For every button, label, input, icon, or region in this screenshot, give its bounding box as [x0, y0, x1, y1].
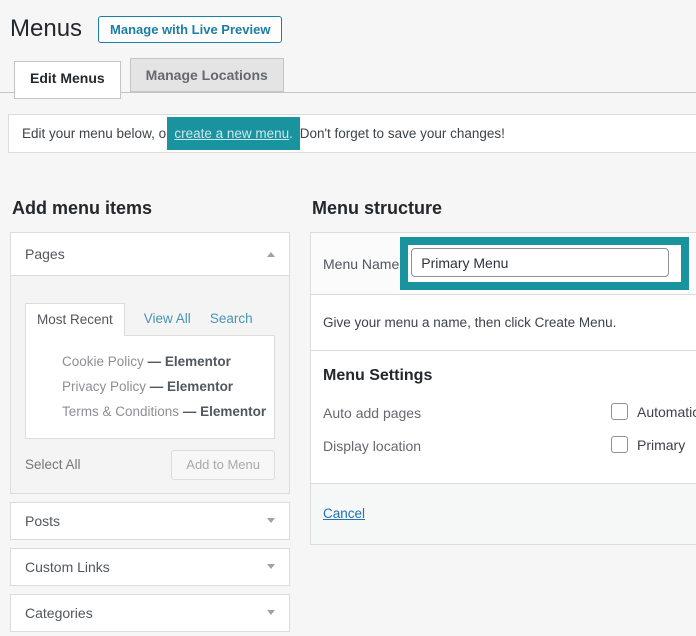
- add-menu-items-column: Add menu items Pages Most Recent View Al…: [10, 199, 290, 632]
- tab-most-recent[interactable]: Most Recent: [25, 303, 125, 336]
- chevron-down-icon: [267, 518, 275, 523]
- accordion-posts[interactable]: Posts: [10, 502, 290, 540]
- menu-card-footer: Cancel: [311, 483, 696, 544]
- menu-help-text: Give your menu a name, then click Create…: [311, 295, 696, 351]
- chevron-down-icon: [267, 564, 275, 569]
- page-item-state: — Elementor: [183, 404, 266, 419]
- auto-add-pages-control: Automatically: [611, 403, 696, 420]
- page-item-state: — Elementor: [150, 379, 233, 394]
- tab-manage-locations[interactable]: Manage Locations: [130, 58, 284, 92]
- create-new-menu-link[interactable]: create a new menu: [174, 126, 289, 141]
- accordion-custom-links[interactable]: Custom Links: [10, 548, 290, 586]
- select-all-link[interactable]: Select All: [25, 457, 81, 472]
- pages-panel-title: Pages: [25, 246, 65, 262]
- annotation-highlight-create-link: create a new menu.: [167, 117, 300, 150]
- edit-menu-notice: Edit your menu below, or create a new me…: [8, 114, 696, 153]
- content-columns: Add menu items Pages Most Recent View Al…: [0, 199, 696, 632]
- add-menu-items-heading: Add menu items: [12, 199, 290, 217]
- page-title: Menus: [10, 16, 82, 42]
- notice-text-before: Edit your menu below, or: [22, 126, 174, 141]
- setting-row-display-location: Display location Primary: [323, 436, 696, 456]
- list-item[interactable]: Terms & Conditions — Elementor: [26, 399, 274, 424]
- page-header: Menus Manage with Live Preview: [0, 0, 696, 43]
- chevron-down-icon: [267, 610, 275, 615]
- list-item[interactable]: Cookie Policy — Elementor: [26, 349, 274, 374]
- menu-structure-column: Menu structure Menu Name Give your menu …: [310, 199, 696, 545]
- annotation-highlight-menu-name: [400, 237, 689, 290]
- manage-live-preview-button[interactable]: Manage with Live Preview: [98, 16, 282, 43]
- menu-name-label: Menu Name: [323, 256, 399, 272]
- pages-panel-header[interactable]: Pages: [11, 233, 289, 275]
- display-location-primary-checkbox[interactable]: [611, 436, 628, 453]
- setting-row-auto-add: Auto add pages Automatically: [323, 403, 696, 423]
- page-item-state: — Elementor: [148, 354, 231, 369]
- tab-search[interactable]: Search: [210, 311, 253, 335]
- add-to-menu-button[interactable]: Add to Menu: [171, 450, 275, 480]
- screen-tabs: Edit Menus Manage Locations: [0, 58, 696, 93]
- notice-text-after: Don't forget to save your changes!: [296, 126, 505, 141]
- accordion-posts-label: Posts: [25, 513, 60, 529]
- pages-actions-row: Select All Add to Menu: [25, 439, 275, 493]
- menu-settings-heading: Menu Settings: [323, 368, 696, 384]
- accordion-custom-links-label: Custom Links: [25, 559, 110, 575]
- pages-panel: Pages Most Recent View All Search Cookie…: [10, 232, 290, 494]
- pages-panel-body: Most Recent View All Search Cookie Polic…: [11, 275, 289, 493]
- display-location-control: Primary: [611, 436, 685, 453]
- list-item[interactable]: Privacy Policy — Elementor: [26, 374, 274, 399]
- menu-name-row: Menu Name: [311, 233, 696, 295]
- display-location-label: Display location: [323, 438, 421, 454]
- display-location-checkbox-label: Primary: [637, 437, 685, 453]
- chevron-up-icon[interactable]: [267, 252, 275, 257]
- tab-edit-menus[interactable]: Edit Menus: [14, 61, 121, 99]
- cancel-link[interactable]: Cancel: [323, 506, 365, 521]
- menu-structure-heading: Menu structure: [312, 199, 696, 217]
- page-item-title: Terms & Conditions: [62, 404, 179, 419]
- pages-inner-tabs: Most Recent View All Search: [25, 276, 275, 335]
- page-item-title: Cookie Policy: [62, 354, 144, 369]
- page-item-title: Privacy Policy: [62, 379, 146, 394]
- accordion-categories[interactable]: Categories: [10, 594, 290, 632]
- pages-list: Cookie Policy — Elementor Privacy Policy…: [25, 335, 275, 439]
- menu-settings-section: Menu Settings Auto add pages Automatical…: [311, 351, 696, 483]
- notice-link-period: .: [289, 126, 293, 141]
- accordion-categories-label: Categories: [25, 605, 93, 621]
- tab-view-all[interactable]: View All: [144, 311, 191, 335]
- auto-add-pages-label: Auto add pages: [323, 405, 421, 421]
- menu-structure-card: Menu Name Give your menu a name, then cl…: [310, 232, 696, 545]
- auto-add-checkbox[interactable]: [611, 403, 628, 420]
- auto-add-checkbox-label: Automatically: [637, 404, 696, 420]
- menu-name-input[interactable]: [411, 248, 669, 277]
